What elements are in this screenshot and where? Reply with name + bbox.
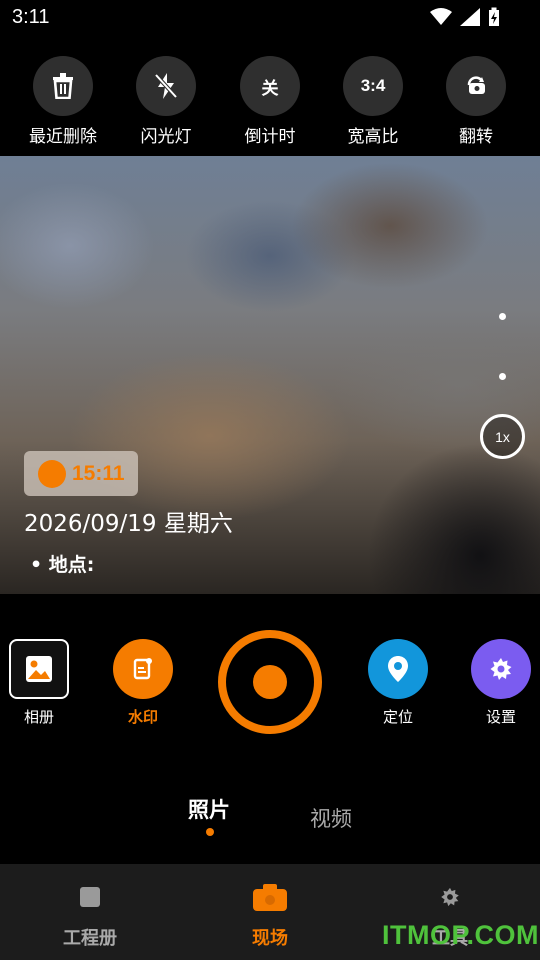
image-icon [26,656,52,682]
watermark-label: 水印 [127,708,158,726]
tools-gear-icon [380,882,520,912]
trash-icon [33,56,93,116]
status-icons [430,7,500,31]
location-pin-icon [388,656,408,682]
project-book-icon [20,882,160,912]
album-button[interactable] [9,639,69,699]
preview-indicator-dot [499,373,506,380]
settings-control[interactable]: 设置 [461,639,540,727]
aspect-ratio-label: 宽高比 [347,127,399,147]
flip-camera-button[interactable]: 翻转 [426,56,526,147]
shutter-button[interactable] [218,630,322,734]
location-button[interactable] [368,639,428,699]
watermark-location: • 地点: [30,554,95,576]
active-mode-indicator [206,828,214,836]
shutter-inner [253,665,287,699]
status-time: 3:11 [12,6,50,28]
flip-label: 翻转 [459,127,493,147]
tab-photo[interactable]: 照片 [188,794,230,824]
watermark-control[interactable]: 水印 [103,639,183,727]
countdown-value: 关 [240,56,300,116]
countdown-label: 倒计时 [244,127,296,147]
location-control[interactable]: 定位 [358,639,438,727]
album-control[interactable]: 相册 [0,639,79,727]
watermark-date: 2026/09/19 星期六 [24,511,233,537]
recent-delete-label: 最近删除 [29,127,97,147]
aspect-ratio-button[interactable]: 3:4 宽高比 [323,56,423,147]
gear-icon [490,658,512,680]
watermark-time-chip: 15:11 [24,451,138,496]
status-bar: 3:11 [0,0,540,38]
location-label: 定位 [382,708,413,726]
flash-button[interactable]: 闪光灯 [116,56,216,147]
preview-indicator-dot [499,313,506,320]
settings-button[interactable] [471,639,531,699]
battery-charging-icon [488,7,500,31]
site-watermark: ITMOP.COM [382,920,540,950]
zoom-button[interactable]: 1x [480,414,525,459]
nav-project-label: 工程册 [63,928,117,949]
top-toolbar: 最近删除 闪光灯 关 倒计时 3:4 宽高比 翻转 [0,56,540,156]
camera-preview[interactable]: 1x 15:11 2026/09/19 星期六 • 地点: [0,156,540,594]
wifi-icon [430,8,452,30]
watermark-time: 15:11 [72,461,125,485]
watermark-icon [133,658,152,680]
settings-label: 设置 [485,708,516,726]
nav-scene-label: 现场 [252,928,288,949]
aspect-ratio-value: 3:4 [343,56,403,116]
flash-label: 闪光灯 [140,127,192,147]
countdown-button[interactable]: 关 倒计时 [220,56,320,147]
recent-delete-button[interactable]: 最近删除 [13,56,113,147]
camera-icon [200,882,340,912]
tab-video[interactable]: 视频 [310,803,352,833]
watermark-button[interactable] [113,639,173,699]
nav-scene[interactable]: 现场 [200,882,340,950]
clock-dot-icon [38,459,66,488]
flip-camera-icon [446,56,506,116]
flash-off-icon [136,56,196,116]
signal-icon [460,8,480,30]
nav-project[interactable]: 工程册 [20,882,160,950]
album-label: 相册 [23,708,54,726]
